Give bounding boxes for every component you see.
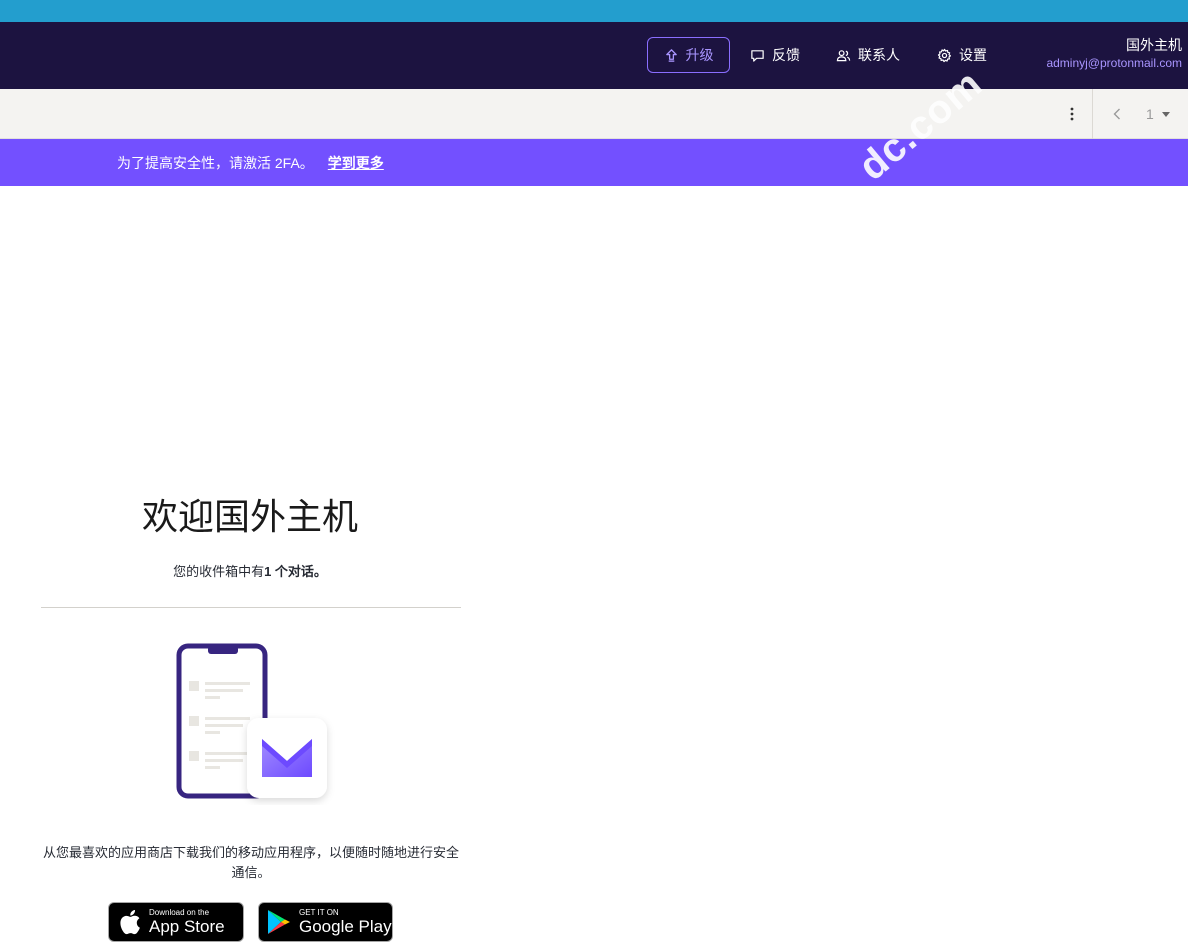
feedback-button[interactable]: 反馈	[750, 37, 800, 73]
user-name: 国外主机	[1126, 37, 1182, 53]
upgrade-button[interactable]: 升级	[647, 37, 730, 73]
section-divider	[41, 607, 461, 608]
google-play-label: Google Play	[299, 917, 392, 936]
gear-icon	[937, 48, 952, 62]
caret-down-icon	[1161, 111, 1170, 117]
subtitle-suffix: 。	[313, 564, 327, 579]
toolbar-separator	[1092, 89, 1093, 139]
users-icon	[836, 49, 851, 61]
subtitle-prefix: 您的收件箱中有	[173, 564, 265, 579]
welcome-subtitle: 您的收件箱中有1 个对话。	[40, 561, 460, 580]
contacts-label: 联系人	[858, 47, 900, 63]
welcome-title: 欢迎国外主机	[141, 496, 358, 537]
page-number: 1	[1146, 106, 1154, 122]
google-play-caption: GET IT ON	[299, 908, 339, 917]
settings-button[interactable]: 设置	[937, 37, 987, 73]
speech-bubble-icon	[751, 49, 764, 62]
app-store-caption: Download on the	[149, 908, 210, 917]
settings-label: 设置	[959, 47, 987, 63]
upgrade-label: 升级	[685, 47, 714, 63]
user-menu[interactable]: 国外主机 adminyj@protonmail.com	[1046, 36, 1182, 72]
download-description: 从您最喜欢的应用商店下载我们的移动应用程序，以便随时随地进行安全通信。	[42, 845, 459, 880]
app-store-button[interactable]: Download on the App Store	[108, 902, 244, 942]
learn-more-link[interactable]: 学到更多	[328, 153, 384, 173]
page-selector[interactable]: 1	[1146, 101, 1170, 127]
feedback-label: 反馈	[772, 47, 800, 63]
contacts-button[interactable]: 联系人	[836, 37, 900, 73]
previous-page-button[interactable]	[1104, 101, 1130, 127]
security-banner: 为了提高安全性，请激活 2FA。 学到更多	[0, 139, 1188, 186]
chevron-left-icon	[1113, 108, 1120, 120]
kebab-icon	[1070, 107, 1074, 121]
app-header: 升级 反馈 联系人 设置 国外主机 adminyj@protonmail.com	[0, 22, 1188, 89]
upgrade-arrow-icon	[665, 48, 677, 62]
mobile-app-illustration	[176, 643, 327, 799]
google-play-button[interactable]: GET IT ON Google Play	[258, 902, 393, 942]
user-email: adminyj@protonmail.com	[1046, 56, 1182, 70]
conversation-count: 1 个对话	[264, 564, 314, 579]
app-store-label: App Store	[149, 917, 225, 936]
banner-message: 为了提高安全性，请激活 2FA。	[117, 154, 314, 171]
apple-icon	[120, 910, 140, 935]
top-strip	[0, 0, 1188, 22]
google-play-icon	[268, 910, 290, 934]
toolbar: 1	[0, 89, 1188, 139]
more-options-button[interactable]	[1060, 101, 1084, 127]
